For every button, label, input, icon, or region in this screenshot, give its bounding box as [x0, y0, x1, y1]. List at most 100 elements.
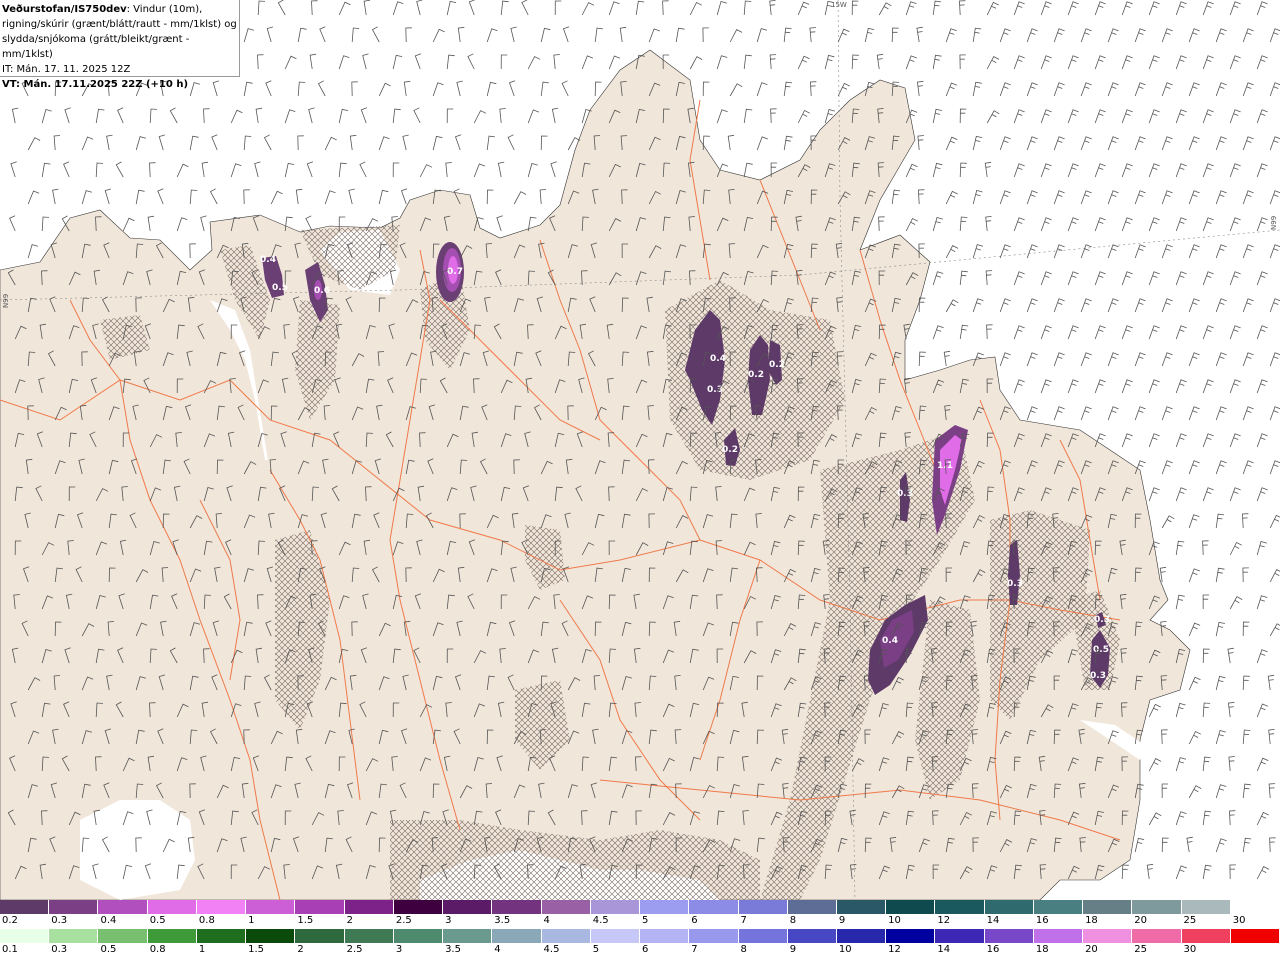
precip-label: 0.6 — [314, 286, 330, 296]
precip-label: 0.2 — [769, 360, 785, 370]
scale-label: 0.8 — [198, 915, 215, 926]
scale-swatch — [393, 929, 444, 943]
title-source: Veðurstofan/IS750dev — [2, 4, 127, 15]
scale-swatch — [1083, 900, 1133, 914]
lat-label-left: N99 — [2, 294, 10, 308]
scale-swatch — [1132, 900, 1182, 914]
precip-label: 0.3 — [1090, 671, 1106, 681]
glacier-patch — [80, 800, 195, 900]
scale-swatch — [1083, 929, 1133, 943]
precip-label: 0.4 — [882, 636, 898, 646]
scale-label: 30 — [1183, 944, 1197, 955]
scale-swatch — [886, 929, 936, 943]
rain-scale-labels: 0.1 0.3 0.5 0.8 1 1.5 2 2.5 3 3.5 4 4.5 5 6 7 8 9 10 12 14 1… — [0, 944, 1280, 957]
scale-swatch — [738, 900, 788, 914]
weather-map: 0.4 0.5 0.6 0.7 0.4 0.3 0.2 0.2 0.2 1.1 … — [0, 0, 1280, 900]
scale-label: 2 — [346, 915, 353, 926]
valid-time: VT: Mán. 17.11.2025 22Z (+10 h) — [2, 79, 189, 90]
scale-swatch — [738, 929, 788, 943]
title-line-2: rigning/skúrir (grænt/blátt/rautt - mm/1… — [2, 19, 237, 30]
scale-swatch — [935, 900, 985, 914]
scale-swatch — [98, 900, 148, 914]
scale-label: 10 — [888, 915, 901, 926]
scale-label: 8 — [740, 944, 747, 955]
scale-swatch — [984, 900, 1034, 914]
scale-label: 20 — [1134, 915, 1148, 926]
scale-label: 3 — [395, 944, 403, 955]
scale-label: 2.5 — [395, 915, 412, 926]
scale-swatch — [492, 929, 542, 943]
scale-label: 1.5 — [297, 915, 314, 926]
scale-swatch — [246, 929, 296, 943]
scale-swatch — [443, 929, 493, 943]
scale-label: 9 — [838, 915, 846, 926]
scale-swatch — [590, 929, 641, 943]
scale-swatch — [393, 900, 444, 914]
scale-swatch — [344, 900, 394, 914]
scale-swatch — [590, 900, 641, 914]
scale-swatch — [1230, 900, 1280, 914]
scale-label: 0.3 — [51, 915, 68, 926]
precip-label: 0.3 — [1094, 615, 1110, 625]
scale-label: 6 — [691, 915, 698, 926]
scale-label: 0.3 — [51, 944, 68, 955]
scale-swatch — [935, 929, 985, 943]
scale-swatch — [246, 900, 296, 914]
scale-label: 14 — [986, 915, 1000, 926]
scale-swatch — [836, 900, 887, 914]
rain-color-scale — [0, 929, 1280, 943]
scale-label: 1.5 — [248, 944, 265, 955]
scale-label: 12 — [888, 944, 901, 955]
scale-label: 3 — [445, 915, 452, 926]
scale-swatch — [787, 900, 837, 914]
title-variable: : Vindur (10m), — [126, 4, 203, 15]
scale-label: 25 — [1134, 944, 1148, 955]
precip-label: 0.2 — [748, 370, 764, 380]
scale-label: 6 — [642, 944, 649, 955]
scale-label: 4 — [543, 915, 550, 926]
scale-label: 14 — [937, 944, 951, 955]
scale-label: 4.5 — [592, 915, 609, 926]
scale-label: 5 — [592, 944, 600, 955]
precip-label: 0.4 — [260, 255, 276, 265]
precip-label: 0.3 — [897, 489, 913, 499]
scale-label: 30 — [1232, 915, 1246, 926]
scale-label: 8 — [789, 915, 797, 926]
scale-swatch — [0, 929, 50, 943]
scale-swatch — [0, 900, 50, 914]
scale-label: 3.5 — [445, 944, 461, 955]
scale-label: 0.2 — [2, 915, 18, 926]
scale-swatch — [836, 929, 887, 943]
scale-label: 9 — [789, 944, 797, 955]
scale-swatch — [344, 929, 394, 943]
scale-swatch — [886, 900, 936, 914]
scale-swatch — [147, 900, 197, 914]
scale-label: 0.5 — [149, 915, 166, 926]
map-title-box: Veðurstofan/IS750dev: Vindur (10m), rign… — [0, 0, 240, 90]
scale-swatch — [1230, 929, 1280, 943]
scale-label: 18 — [1035, 944, 1049, 955]
scale-swatch — [640, 929, 690, 943]
precip-label: 0.2 — [722, 445, 738, 455]
precip-label: 0.7 — [447, 267, 463, 277]
scale-label: 12 — [937, 915, 951, 926]
scale-label: 7 — [740, 915, 747, 926]
scale-label: 25 — [1183, 915, 1197, 926]
scale-label: 2 — [297, 944, 304, 955]
scale-swatch — [1033, 900, 1084, 914]
scale-swatch — [1181, 900, 1231, 914]
scale-swatch — [295, 929, 345, 943]
scale-label: 16 — [1035, 915, 1049, 926]
scale-swatch — [1132, 929, 1182, 943]
scale-swatch — [196, 929, 247, 943]
scale-swatch — [689, 929, 739, 943]
scale-label: 4.5 — [543, 944, 560, 955]
snow-color-scale — [0, 900, 1280, 914]
scale-label: 1 — [198, 944, 206, 955]
title-line-1: Veðurstofan/IS750dev: Vindur (10m), — [2, 2, 239, 17]
precip-label: 0.3 — [1007, 579, 1023, 589]
scale-label: 10 — [838, 944, 852, 955]
scale-swatch — [541, 900, 591, 914]
scale-label: 20 — [1085, 944, 1098, 955]
scale-swatch — [49, 900, 99, 914]
